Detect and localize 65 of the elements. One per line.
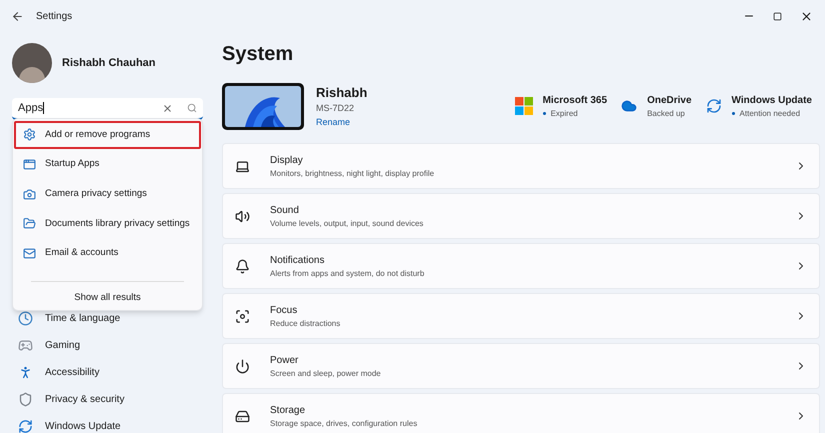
speaker-icon (235, 208, 250, 224)
device-name: Rishabh (316, 84, 368, 102)
status-title: Microsoft 365 (542, 94, 608, 108)
device-model: MS-7D22 (316, 102, 356, 116)
nav-item[interactable]: Windows Update (12, 413, 200, 433)
search-field[interactable]: Apps (12, 98, 203, 120)
status-title: OneDrive (647, 94, 692, 108)
card-title: Storage (270, 404, 306, 418)
clock-icon (18, 311, 33, 326)
card-title: Notifications (270, 254, 326, 268)
settings-card[interactable]: Focus Reduce distractions (222, 293, 820, 339)
gamepad-icon (18, 338, 33, 353)
clear-icon[interactable] (162, 102, 173, 114)
card-title: Display (270, 154, 304, 168)
settings-card[interactable]: Power Screen and sleep, power mode (222, 343, 820, 389)
power-icon (235, 358, 250, 374)
card-title: Focus (270, 304, 298, 318)
refresh-icon (706, 98, 722, 114)
status-subtitle: Expired (550, 108, 578, 120)
camera-icon (23, 188, 36, 201)
search-result[interactable]: Email & accounts (14, 240, 201, 268)
cloud-icon (621, 98, 638, 114)
app-window-icon (23, 158, 36, 171)
page-title: System (222, 42, 294, 67)
search-result[interactable]: Add or remove programs (14, 121, 201, 149)
status-subtitle: Attention needed (740, 108, 800, 120)
folder-icon (23, 217, 36, 230)
status-title: Windows Update (732, 94, 812, 108)
card-subtitle: Alerts from apps and system, do not disturb (270, 268, 424, 280)
avatar (12, 43, 52, 83)
shield-icon (18, 392, 33, 407)
user-name: Rishabh Chauhan (62, 56, 156, 71)
card-title: Sound (270, 204, 300, 218)
maximize-icon (773, 12, 782, 20)
bell-icon (235, 258, 250, 274)
close-icon (800, 10, 813, 22)
card-subtitle: Monitors, brightness, night light, display profile (270, 168, 434, 180)
back-button[interactable] (10, 9, 24, 23)
card-subtitle: Screen and sleep, power mode (270, 368, 381, 380)
settings-card[interactable]: Notifications Alerts from apps and system, do not disturb (222, 243, 820, 289)
search-result[interactable]: Camera privacy settings (14, 180, 201, 208)
rename-link[interactable]: Rename (316, 116, 368, 130)
gear-icon (23, 128, 36, 142)
search-icon[interactable] (187, 103, 197, 113)
windows-tiles-icon (514, 97, 533, 115)
search-result[interactable]: Documents library privacy settings (14, 210, 201, 238)
card-title: Power (270, 354, 300, 368)
refresh-icon (18, 419, 33, 433)
status-subtitle: Backed up (647, 108, 685, 120)
search-result[interactable]: Startup Apps (14, 150, 201, 178)
settings-card[interactable]: Display Monitors, brightness, night light, display profile (222, 143, 820, 189)
laptop-icon (235, 158, 250, 174)
focus-icon (235, 308, 250, 324)
card-subtitle: Reduce distractions (270, 318, 340, 330)
nav-item[interactable]: Gaming (12, 332, 200, 359)
nav-item[interactable]: Accessibility (12, 359, 200, 386)
card-subtitle: Storage space, drives, configuration rules (270, 418, 418, 430)
card-subtitle: Volume levels, output, input, sound devices (270, 218, 424, 230)
settings-card[interactable]: Sound Volume levels, output, input, sound devices (222, 193, 820, 239)
settings-card[interactable]: Storage Storage space, drives, configuration rules (222, 393, 820, 433)
person-icon (18, 365, 33, 380)
storage-icon (235, 408, 250, 424)
window-title: Settings (36, 10, 72, 24)
mail-icon (23, 247, 36, 260)
nav-item[interactable]: Privacy & security (12, 386, 200, 413)
